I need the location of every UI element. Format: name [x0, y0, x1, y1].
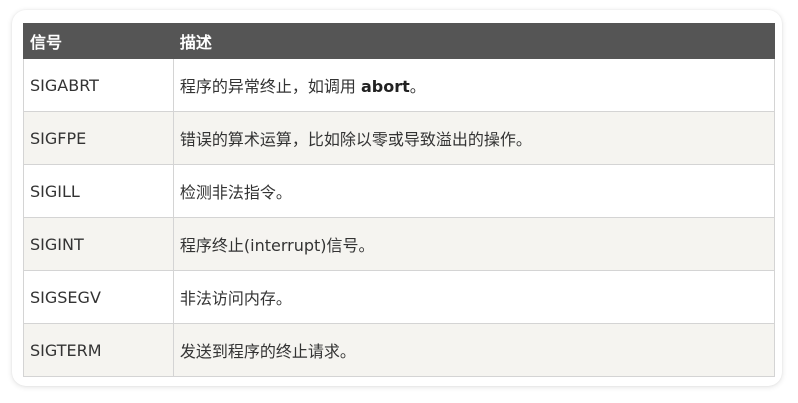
table-row: SIGSEGV 非法访问内存。: [23, 270, 776, 324]
header-signal: 信号: [23, 23, 174, 59]
signal-description: 检测非法指令。: [172, 164, 776, 218]
table-row: SIGTERM 发送到程序的终止请求。: [23, 323, 776, 377]
signal-description: 程序的异常终止，如调用 abort。: [172, 58, 776, 112]
table-header-row: 信号 描述: [23, 23, 776, 59]
signal-description: 发送到程序的终止请求。: [172, 323, 776, 377]
table-row: SIGABRT 程序的异常终止，如调用 abort。: [23, 58, 776, 112]
signal-name: SIGABRT: [23, 58, 174, 112]
signal-name: SIGFPE: [23, 111, 174, 165]
signal-description: 错误的算术运算，比如除以零或导致溢出的操作。: [172, 111, 776, 165]
description-function-name: abort: [360, 77, 410, 96]
signal-description: 非法访问内存。: [172, 270, 776, 324]
signal-name: SIGILL: [23, 164, 174, 218]
signal-name: SIGINT: [23, 217, 174, 271]
signals-table: 信号 描述 SIGABRT 程序的异常终止，如调用 abort。 SIGFPE …: [23, 23, 776, 377]
table-row: SIGFPE 错误的算术运算，比如除以零或导致溢出的操作。: [23, 111, 776, 165]
table-row: SIGILL 检测非法指令。: [23, 164, 776, 218]
header-description: 描述: [172, 23, 776, 59]
description-text: 程序的异常终止，如调用: [179, 77, 361, 96]
description-tail: 。: [409, 77, 426, 96]
signal-name: SIGTERM: [23, 323, 174, 377]
table-row: SIGINT 程序终止(interrupt)信号。: [23, 217, 776, 271]
signal-name: SIGSEGV: [23, 270, 174, 324]
signal-description: 程序终止(interrupt)信号。: [172, 217, 776, 271]
